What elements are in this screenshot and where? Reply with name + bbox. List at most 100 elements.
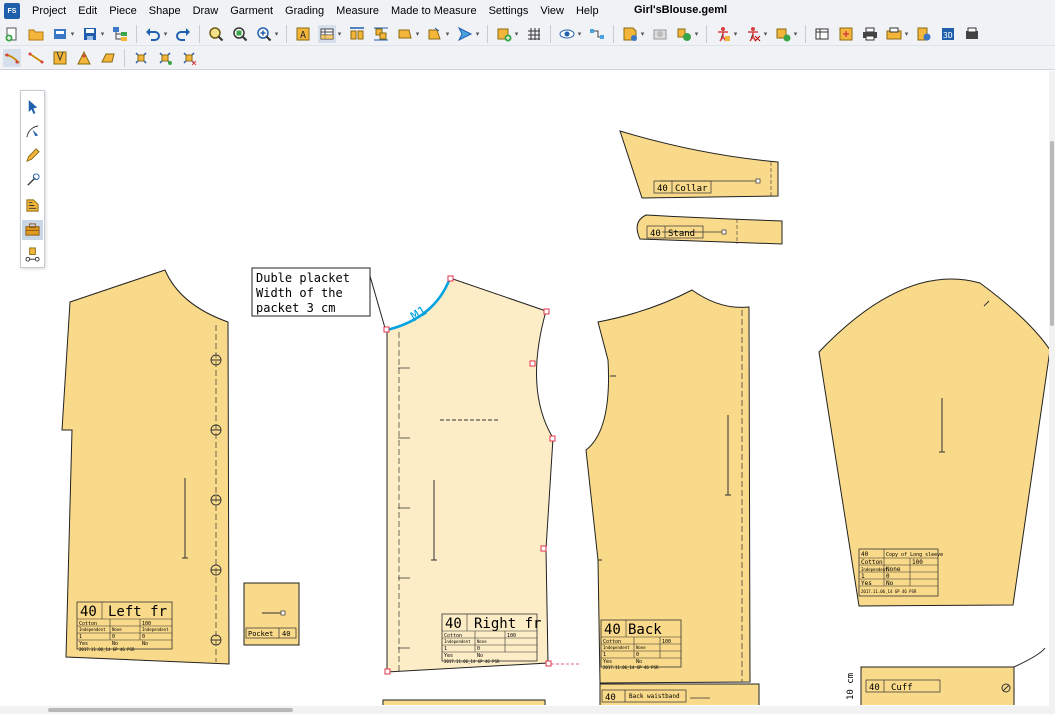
plot-icon[interactable] — [885, 25, 903, 43]
vertical-scroll-thumb[interactable] — [1050, 141, 1054, 326]
menu-edit[interactable]: Edit — [72, 5, 103, 17]
nesting-dropdown[interactable]: ▾ — [693, 25, 700, 43]
right-front-r3a: 1 — [444, 646, 447, 652]
edit-curve-icon[interactable] — [22, 121, 43, 142]
marker-icon[interactable] — [621, 25, 639, 43]
3d-view-icon[interactable]: 3D — [939, 25, 957, 43]
menu-garment[interactable]: Garment — [224, 5, 279, 17]
marker-settings-icon[interactable] — [651, 25, 669, 43]
import-icon[interactable] — [837, 25, 855, 43]
stand-size: 40 — [650, 229, 661, 239]
add-dart-icon[interactable] — [51, 49, 69, 67]
print-icon[interactable] — [861, 25, 879, 43]
draw-curve-icon[interactable] — [3, 48, 21, 67]
zoom-dropdown[interactable]: ▾ — [273, 25, 280, 43]
connect-icon[interactable] — [588, 25, 606, 43]
draw-line-icon[interactable] — [27, 49, 45, 67]
piece-partial-bottom[interactable] — [382, 699, 546, 705]
menu-draw[interactable]: Draw — [187, 5, 225, 17]
remove-measure-icon[interactable] — [744, 25, 762, 43]
annotation-line-1: Duble placket — [256, 271, 350, 285]
scale-pieces-icon[interactable] — [22, 244, 43, 265]
menu-view[interactable]: View — [534, 5, 570, 17]
grade-copy-icon[interactable] — [156, 49, 174, 67]
zoom-window-icon[interactable] — [231, 25, 249, 43]
menu-help[interactable]: Help — [570, 5, 605, 17]
zoom-in-icon[interactable] — [255, 25, 273, 43]
table-view-icon[interactable] — [318, 24, 336, 43]
remove-measure-dropdown[interactable]: ▾ — [762, 25, 769, 43]
arrange-pieces-icon[interactable] — [372, 25, 390, 43]
undo-dropdown[interactable]: ▾ — [162, 25, 169, 43]
toolbox-icon[interactable] — [22, 219, 43, 241]
open-folder-button[interactable] — [27, 25, 45, 43]
cutter-icon[interactable] — [963, 25, 981, 43]
menu-project[interactable]: Project — [26, 5, 72, 17]
add-piece-dropdown[interactable]: ▾ — [513, 25, 520, 43]
piece-collar[interactable]: 40 Collar — [619, 130, 779, 199]
pattern-canvas[interactable]: 40 Left fr Cotton 100 Independent None I… — [0, 71, 1049, 705]
grade-rule-icon[interactable] — [132, 49, 150, 67]
send-to-icon[interactable] — [456, 25, 474, 43]
piece-cuff[interactable]: 40 Cuff 10 cm — [846, 647, 1046, 705]
send-dropdown[interactable]: ▾ — [474, 25, 481, 43]
menu-shape[interactable]: Shape — [143, 5, 187, 17]
back-size: 40 — [604, 622, 621, 638]
redo-button[interactable] — [174, 25, 192, 43]
pencil-icon[interactable] — [22, 145, 43, 166]
left-front-r3a: 1 — [79, 634, 82, 640]
flip-piece-icon[interactable] — [396, 25, 414, 43]
zoom-fit-icon[interactable] — [207, 25, 225, 43]
toolbar-separator — [706, 24, 707, 43]
vertical-scrollbar[interactable] — [1049, 71, 1055, 714]
new-project-button[interactable] — [3, 25, 21, 43]
add-measure-dropdown[interactable]: ▾ — [792, 25, 799, 43]
undo-button[interactable] — [144, 25, 162, 43]
measure-person-dropdown[interactable]: ▾ — [732, 25, 739, 43]
left-front-r2c: Independent — [142, 627, 169, 632]
add-piece-icon[interactable] — [495, 25, 513, 43]
add-notch-icon[interactable] — [75, 49, 93, 67]
export-table-icon[interactable] — [813, 25, 831, 43]
horizontal-scroll-thumb[interactable] — [48, 708, 293, 712]
table-view-dropdown[interactable]: ▾ — [336, 25, 343, 43]
left-front-r3b: 0 — [112, 634, 115, 640]
preview-icon[interactable] — [915, 25, 933, 43]
menu-grading[interactable]: Grading — [279, 5, 330, 17]
open-recent-dropdown[interactable]: ▾ — [69, 25, 76, 43]
align-pieces-icon[interactable] — [348, 25, 366, 43]
flip-dropdown[interactable]: ▾ — [414, 25, 421, 43]
marker-dropdown[interactable]: ▾ — [639, 25, 646, 43]
menu-made-to-measure[interactable]: Made to Measure — [385, 5, 483, 17]
grade-delete-icon[interactable] — [180, 49, 198, 67]
measure-person-icon[interactable] — [714, 25, 732, 43]
shape-toolbar — [0, 46, 1055, 70]
add-measure-icon[interactable] — [774, 25, 792, 43]
rotate-piece-icon[interactable] — [426, 25, 444, 43]
ruler-piece-icon[interactable] — [22, 195, 43, 216]
toolbar-separator — [613, 24, 614, 43]
horizontal-scrollbar[interactable] — [0, 706, 1049, 714]
add-seam-icon[interactable] — [99, 49, 117, 67]
nesting-icon[interactable] — [675, 25, 693, 43]
right-front-r3b: 0 — [477, 646, 480, 652]
show-hide-icon[interactable] — [558, 25, 576, 43]
piece-back-waistband[interactable]: 40 Back waistband — [599, 683, 760, 705]
text-tool-icon[interactable]: A — [294, 25, 312, 43]
save-dropdown[interactable]: ▾ — [99, 25, 106, 43]
menu-measure[interactable]: Measure — [330, 5, 385, 17]
save-button[interactable] — [81, 25, 99, 43]
plot-dropdown[interactable]: ▾ — [903, 25, 910, 43]
select-arrow-icon[interactable] — [22, 96, 43, 117]
menu-settings[interactable]: Settings — [483, 5, 535, 17]
annotation-callout[interactable]: Duble placket Width of the packet 3 cm — [251, 267, 386, 329]
show-hide-dropdown[interactable]: ▾ — [576, 25, 583, 43]
open-recent-button[interactable] — [51, 25, 69, 43]
piece-stand[interactable]: 40 Stand — [636, 214, 783, 245]
piece-pocket[interactable]: Pocket 40 — [243, 582, 300, 646]
grid-icon[interactable] — [525, 25, 543, 43]
menu-piece[interactable]: Piece — [103, 5, 143, 17]
rotate-dropdown[interactable]: ▾ — [444, 25, 451, 43]
measure-tool-icon[interactable] — [22, 170, 43, 191]
hierarchy-button[interactable] — [111, 25, 129, 43]
